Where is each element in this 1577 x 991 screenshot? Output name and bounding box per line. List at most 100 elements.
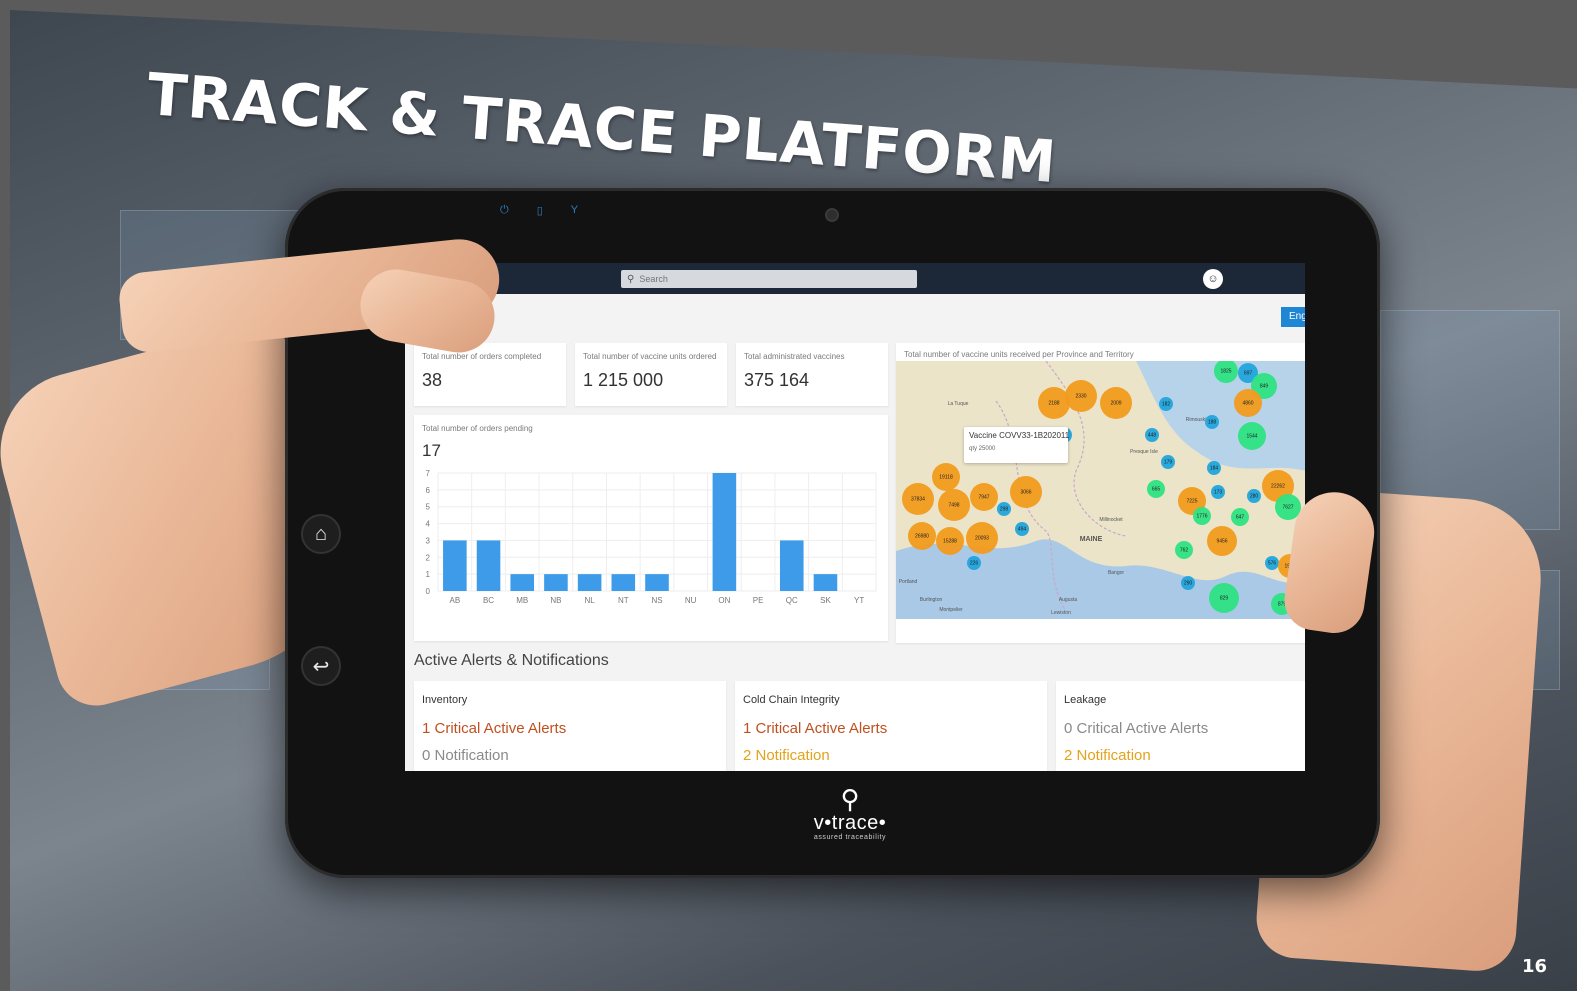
- search-box[interactable]: ⚲: [621, 270, 917, 288]
- alert-notification-count: 2 Notification: [1064, 747, 1151, 764]
- vaccine-distribution-map[interactable]: MAINE Presque Isle Bangor Augusta Lewiston Bu…: [896, 361, 1305, 619]
- map-cluster-count: 2330: [1075, 393, 1086, 399]
- x-tick-label: NB: [550, 596, 561, 605]
- bar-bc[interactable]: [476, 540, 501, 591]
- bar-mb[interactable]: [510, 574, 535, 591]
- alert-critical-count: 1 Critical Active Alerts: [743, 720, 888, 737]
- alert-card-leakage[interactable]: Leakage 0 Critical Active Alerts 2 Notif…: [1056, 681, 1305, 771]
- map-title: Total number of vaccine units received p…: [904, 350, 1134, 359]
- alert-critical-count: 1 Critical Active Alerts: [422, 720, 567, 737]
- map-cluster-count: 2009: [1110, 400, 1121, 406]
- y-tick-label: 5: [426, 503, 431, 512]
- y-tick-label: 0: [426, 587, 431, 596]
- app-screen: ⚲ ☺ Engl Total number of orders complete…: [405, 263, 1305, 771]
- logo-name: v•trace•: [813, 812, 887, 834]
- map-place-label: Millinocket: [1099, 517, 1123, 523]
- bar-on[interactable]: [712, 473, 737, 591]
- stat-value: 1 215 000: [583, 370, 664, 390]
- map-cluster-count: 7627: [1282, 504, 1293, 510]
- bar-nl[interactable]: [577, 574, 602, 591]
- user-avatar-icon[interactable]: ☺: [1203, 269, 1223, 289]
- logo-tagline: assured traceability: [813, 834, 887, 841]
- map-cluster-count: 7947: [978, 494, 989, 500]
- y-tick-label: 3: [426, 536, 431, 545]
- x-tick-label: AB: [450, 596, 461, 605]
- y-tick-label: 4: [426, 520, 431, 529]
- alert-title: Cold Chain Integrity: [743, 694, 840, 706]
- power-icon: ⏻: [500, 204, 509, 216]
- bar-ns[interactable]: [645, 574, 669, 591]
- map-cluster-count: 226: [970, 560, 979, 566]
- map-cluster-count: 15288: [943, 538, 957, 544]
- map-cluster-count: 20093: [975, 535, 989, 541]
- stat-value: 375 164: [744, 370, 810, 390]
- map-place-label: MAINE: [1080, 536, 1103, 543]
- popup-title: Vaccine COVV33-1B202011: [969, 431, 1070, 440]
- signal-icon: Y: [570, 204, 579, 216]
- map-place-label: Augusta: [1059, 597, 1078, 603]
- location-pin-icon: ⚲: [840, 784, 860, 814]
- x-tick-label: BC: [483, 596, 494, 605]
- search-icon: ⚲: [627, 273, 635, 285]
- vaccine-map-card: Total number of vaccine units received p…: [896, 343, 1305, 643]
- alert-card-inventory[interactable]: Inventory 1 Critical Active Alerts 0 Not…: [414, 681, 726, 771]
- stat-label: Total number of vaccine units ordered: [583, 352, 717, 361]
- language-button[interactable]: Engl: [1281, 307, 1305, 327]
- map-cluster-count: 290: [1184, 580, 1193, 586]
- map-canvas[interactable]: MAINE Presque Isle Bangor Augusta Lewiston Bu…: [896, 361, 1305, 619]
- alert-card-cold-chain[interactable]: Cold Chain Integrity 1 Critical Active A…: [735, 681, 1047, 771]
- bar-nb[interactable]: [544, 574, 568, 591]
- map-place-label: Presque Isle: [1130, 449, 1158, 455]
- map-cluster-count: 22262: [1271, 483, 1285, 489]
- map-cluster-count: 1544: [1246, 433, 1257, 439]
- stat-value: 38: [422, 370, 443, 390]
- search-input[interactable]: [639, 274, 890, 284]
- map-cluster-count: 849: [1260, 383, 1269, 389]
- bar-ab[interactable]: [443, 540, 467, 591]
- x-tick-label: NL: [584, 596, 595, 605]
- map-cluster-count: 1825: [1220, 368, 1231, 374]
- y-tick-label: 6: [426, 486, 431, 495]
- bar-qc[interactable]: [779, 540, 804, 591]
- map-cluster-count: 9456: [1216, 538, 1227, 544]
- stat-card-orders-completed: Total number of orders completed 38: [414, 343, 566, 406]
- bar-nt[interactable]: [611, 574, 636, 591]
- bar-sk[interactable]: [813, 574, 838, 591]
- back-icon[interactable]: ↩: [301, 646, 341, 686]
- alerts-heading: Active Alerts & Notifications: [414, 652, 609, 669]
- map-popup: Vaccine COVV33-1B202011 qty 25000: [964, 427, 1070, 463]
- map-place-label: Bangor: [1108, 570, 1124, 576]
- map-cluster-count: 1776: [1196, 513, 1207, 519]
- y-tick-label: 1: [426, 570, 431, 579]
- y-tick-label: 7: [426, 469, 431, 478]
- map-cluster-count: 7225: [1186, 498, 1197, 504]
- home-icon[interactable]: ⌂: [301, 514, 341, 554]
- map-place-label: Lewiston: [1051, 610, 1071, 616]
- sim-icon: ▯: [536, 205, 543, 217]
- map-cluster-count: 2188: [1048, 400, 1059, 406]
- map-cluster-count: 4860: [1242, 400, 1253, 406]
- vtrace-logo: ⚲ v•trace• assured traceability: [800, 786, 900, 841]
- alert-notification-count: 0 Notification: [422, 747, 509, 764]
- map-cluster-count: 188: [1208, 419, 1217, 425]
- map-place-label: Burlington: [920, 597, 943, 603]
- popup-qty: qty 25000: [969, 446, 996, 452]
- x-tick-label: NS: [651, 596, 662, 605]
- x-tick-label: PE: [753, 596, 764, 605]
- top-navigation-bar: ⚲ ☺: [405, 263, 1305, 294]
- alert-notification-count: 2 Notification: [743, 747, 830, 764]
- map-cluster-count: 762: [1180, 547, 1189, 553]
- map-cluster-count: 448: [1148, 432, 1157, 438]
- map-cluster-count: 7498: [948, 502, 959, 508]
- map-place-label: La Tuque: [948, 401, 969, 407]
- map-cluster-count: 697: [1244, 370, 1253, 376]
- x-tick-label: NU: [685, 596, 697, 605]
- page-number: 16: [1521, 956, 1547, 977]
- x-tick-label: ON: [718, 596, 730, 605]
- pending-orders-bar-chart: 0 1 2 3 4 5 6 7 AB BC MB NB NL NT NS NU ON PE QC SK YT: [426, 469, 877, 605]
- stat-card-units-ordered: Total number of vaccine units ordered 1 …: [575, 343, 727, 406]
- map-cluster-count: 829: [1220, 595, 1229, 601]
- map-place-label: Portland: [899, 579, 918, 585]
- map-cluster-count: 494: [1018, 526, 1027, 532]
- pending-orders-chart-card: Total number of orders pending 17 012345…: [414, 415, 888, 641]
